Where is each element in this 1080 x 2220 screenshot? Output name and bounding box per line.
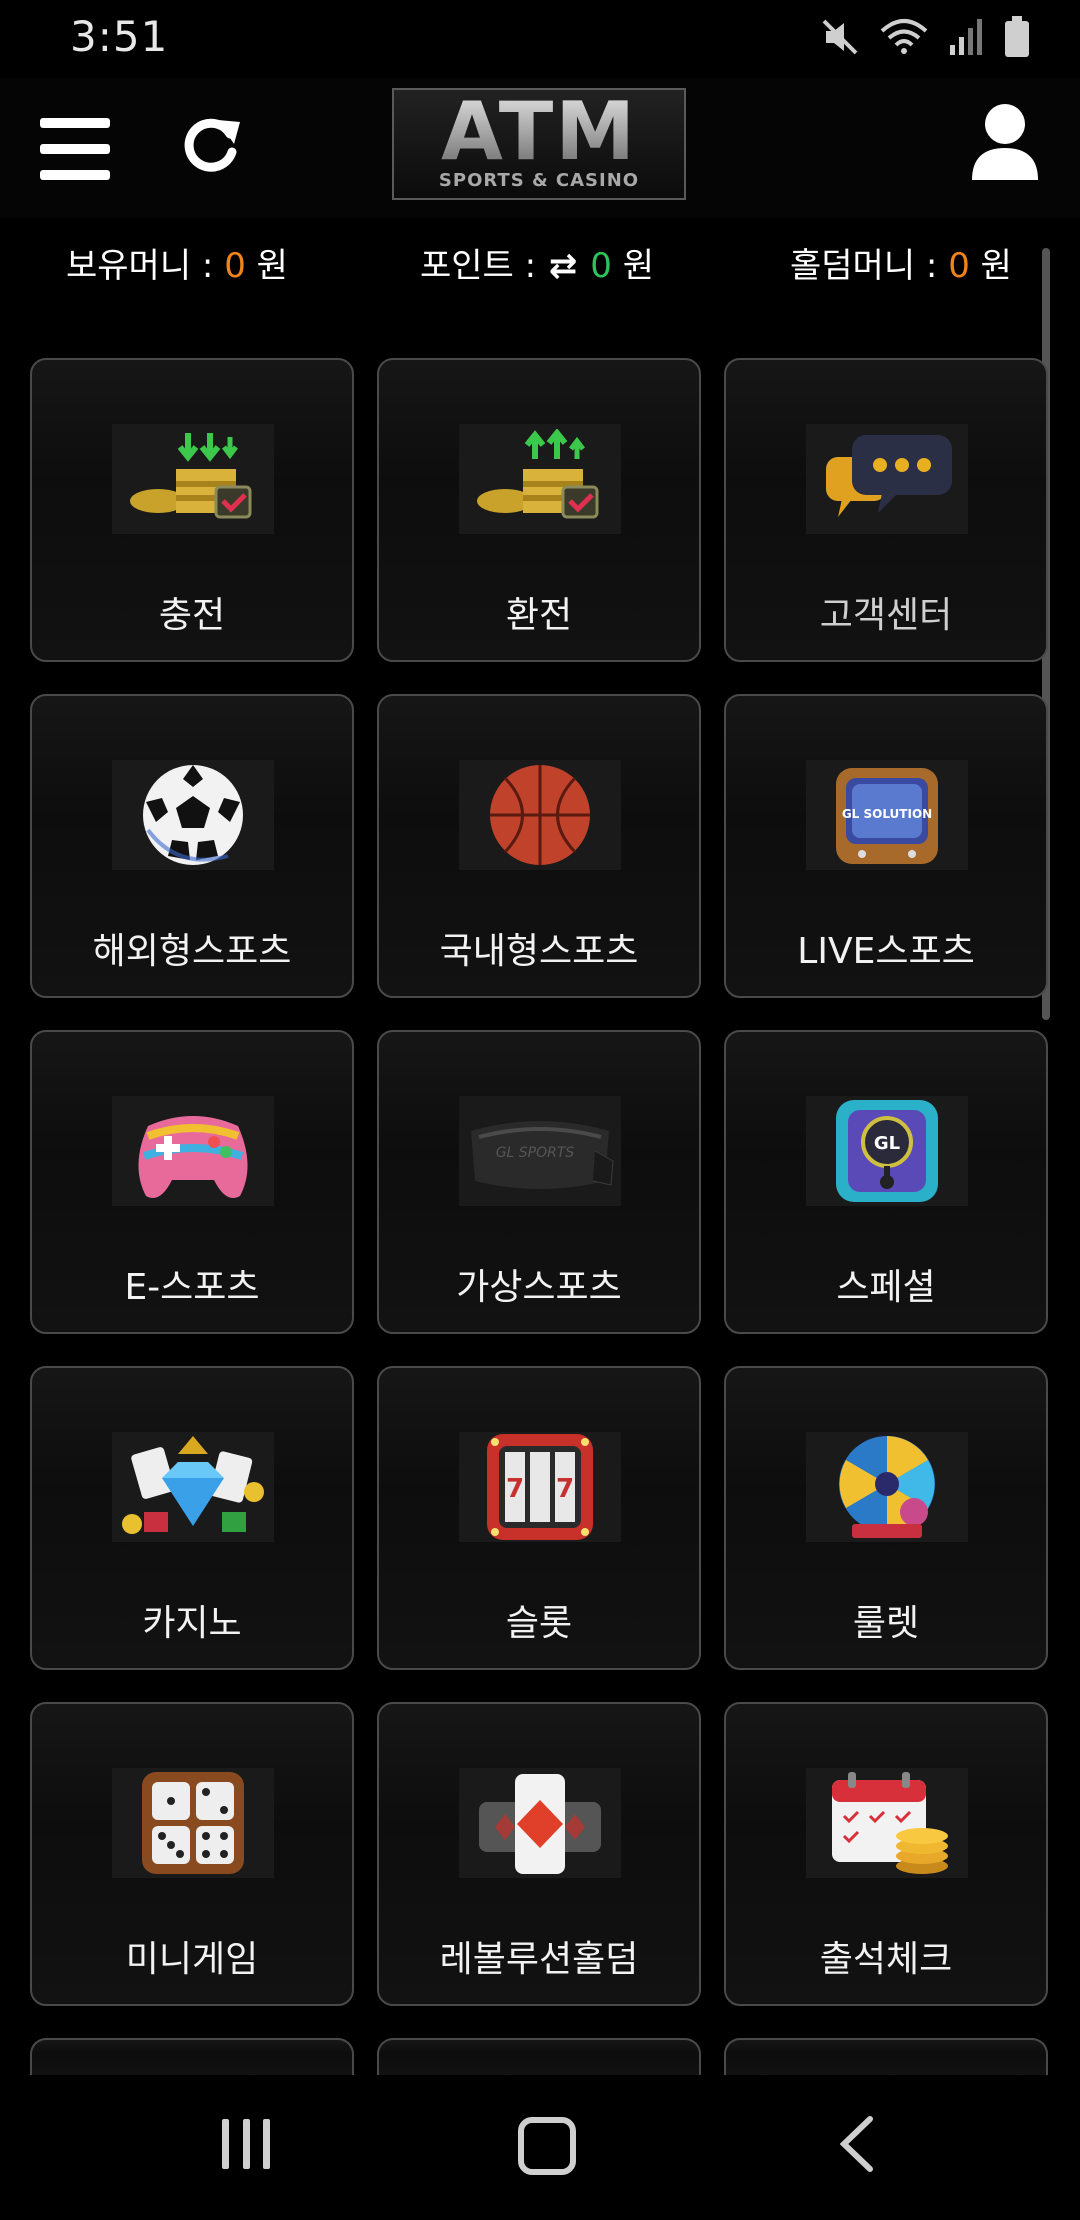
tile-overseas-sports[interactable]: 해외형스포츠 bbox=[30, 694, 354, 998]
coins-deposit-icon bbox=[112, 424, 274, 534]
swap-arrows-icon[interactable]: ⇄ bbox=[549, 246, 578, 286]
money-label: 보유머니 : bbox=[66, 246, 214, 286]
hamburger-icon bbox=[40, 118, 110, 180]
holdem-value: 0 bbox=[948, 246, 970, 286]
arcade-icon: GL bbox=[806, 1096, 968, 1206]
tile-label: 국내형스포츠 bbox=[439, 931, 639, 972]
playing-card-icon bbox=[459, 1768, 621, 1878]
money-value: 0 bbox=[224, 246, 246, 286]
svg-text:7: 7 bbox=[556, 1474, 574, 1504]
holdem-label: 홀덤머니 : bbox=[790, 246, 938, 286]
soccer-ball-icon bbox=[112, 760, 274, 870]
tile-withdraw[interactable]: 환전 bbox=[377, 358, 701, 662]
dice-icon bbox=[112, 1768, 274, 1878]
tile-label: 출석체크 bbox=[819, 1939, 953, 1980]
svg-text:GL: GL bbox=[874, 1133, 900, 1154]
logo-subtitle: SPORTS & CASINO bbox=[438, 170, 640, 191]
balance-bar: 보유머니 : 0 원 포인트 : ⇄ 0 원 홀덤머니 : 0 원 bbox=[0, 218, 1080, 308]
wifi-icon bbox=[880, 17, 928, 61]
chevron-left-icon bbox=[839, 2116, 873, 2172]
tile-virtual-sports[interactable]: GL SPORTS 가상스포츠 bbox=[377, 1030, 701, 1334]
tile-casino[interactable]: 카지노 bbox=[30, 1366, 354, 1670]
mute-icon bbox=[820, 17, 860, 61]
refresh-icon bbox=[184, 118, 240, 172]
svg-text:GL SOLUTION: GL SOLUTION bbox=[842, 807, 932, 821]
status-bar: 3:51 bbox=[0, 0, 1080, 78]
tile-special[interactable]: GL 스페셜 bbox=[724, 1030, 1048, 1334]
basketball-icon bbox=[459, 760, 621, 870]
tile-label: 환전 bbox=[505, 595, 573, 636]
tile-customer-center[interactable]: 고객센터 bbox=[724, 358, 1048, 662]
tile-label: 미니게임 bbox=[125, 1939, 259, 1980]
chat-bubble-icon bbox=[806, 424, 968, 534]
tile-label: LIVE스포츠 bbox=[797, 931, 975, 972]
status-time: 3:51 bbox=[70, 12, 169, 61]
tile-label: 레볼루션홀덤 bbox=[439, 1939, 639, 1980]
money-unit: 원 bbox=[256, 246, 288, 286]
back-button[interactable] bbox=[836, 2115, 876, 2173]
calendar-coins-icon bbox=[806, 1768, 968, 1878]
tile-live-sports[interactable]: GL SOLUTION LIVE스포츠 bbox=[724, 694, 1048, 998]
tile-label: E-스포츠 bbox=[124, 1267, 260, 1308]
slot-machine-icon: 7 7 bbox=[459, 1432, 621, 1542]
tile-label: 해외형스포츠 bbox=[92, 931, 292, 972]
tile-minigame[interactable]: 미니게임 bbox=[30, 1702, 354, 2006]
svg-text:GL SPORTS: GL SPORTS bbox=[496, 1145, 575, 1161]
tile-label: 충전 bbox=[158, 595, 226, 636]
tile-label: 고객센터 bbox=[819, 595, 953, 636]
coins-withdraw-icon bbox=[459, 424, 621, 534]
casino-gems-icon bbox=[112, 1432, 274, 1542]
point-balance: 포인트 : ⇄ 0 원 bbox=[420, 238, 654, 287]
status-icons bbox=[820, 16, 1030, 62]
tile-label: 스페셜 bbox=[836, 1267, 936, 1308]
tile-slot[interactable]: 7 7 슬롯 bbox=[377, 1366, 701, 1670]
tile-label: 카지노 bbox=[142, 1603, 242, 1644]
point-label: 포인트 : bbox=[420, 246, 537, 286]
svg-text:7: 7 bbox=[506, 1474, 524, 1504]
gamepad-icon bbox=[112, 1096, 274, 1206]
user-icon bbox=[972, 104, 1038, 180]
tile-label: 룰렛 bbox=[852, 1603, 920, 1644]
refresh-button[interactable] bbox=[178, 112, 244, 178]
holdem-balance: 홀덤머니 : 0 원 bbox=[790, 238, 1012, 287]
point-value: 0 bbox=[590, 246, 612, 286]
tile-esports[interactable]: E-스포츠 bbox=[30, 1030, 354, 1334]
tile-attendance[interactable]: 출석체크 bbox=[724, 1702, 1048, 2006]
retro-tv-icon: GL SOLUTION bbox=[806, 760, 968, 870]
point-unit: 원 bbox=[622, 246, 654, 286]
recent-apps-button[interactable] bbox=[222, 2119, 270, 2169]
tile-roulette[interactable]: 룰렛 bbox=[724, 1366, 1048, 1670]
vr-headset-icon: GL SPORTS bbox=[459, 1096, 621, 1206]
tile-partial[interactable] bbox=[724, 2038, 1048, 2075]
tile-deposit[interactable]: 충전 bbox=[30, 358, 354, 662]
logo-text: ATM bbox=[394, 92, 684, 172]
battery-icon bbox=[1004, 16, 1030, 62]
tile-domestic-sports[interactable]: 국내형스포츠 bbox=[377, 694, 701, 998]
tile-partial[interactable] bbox=[377, 2038, 701, 2075]
holdem-unit: 원 bbox=[980, 246, 1012, 286]
signal-icon bbox=[948, 17, 984, 61]
app-header: ATM SPORTS & CASINO bbox=[0, 78, 1080, 218]
tile-label: 슬롯 bbox=[505, 1603, 573, 1644]
money-balance: 보유머니 : 0 원 bbox=[66, 238, 288, 287]
home-button[interactable] bbox=[518, 2117, 576, 2175]
system-navigation-bar bbox=[0, 2075, 1080, 2220]
menu-button[interactable] bbox=[40, 118, 110, 180]
site-logo[interactable]: ATM SPORTS & CASINO bbox=[392, 88, 686, 200]
user-profile-button[interactable] bbox=[970, 102, 1040, 182]
tile-partial[interactable] bbox=[30, 2038, 354, 2075]
roulette-wheel-icon bbox=[806, 1432, 968, 1542]
tile-label: 가상스포츠 bbox=[456, 1267, 622, 1308]
tile-revolution-holdem[interactable]: 레볼루션홀덤 bbox=[377, 1702, 701, 2006]
